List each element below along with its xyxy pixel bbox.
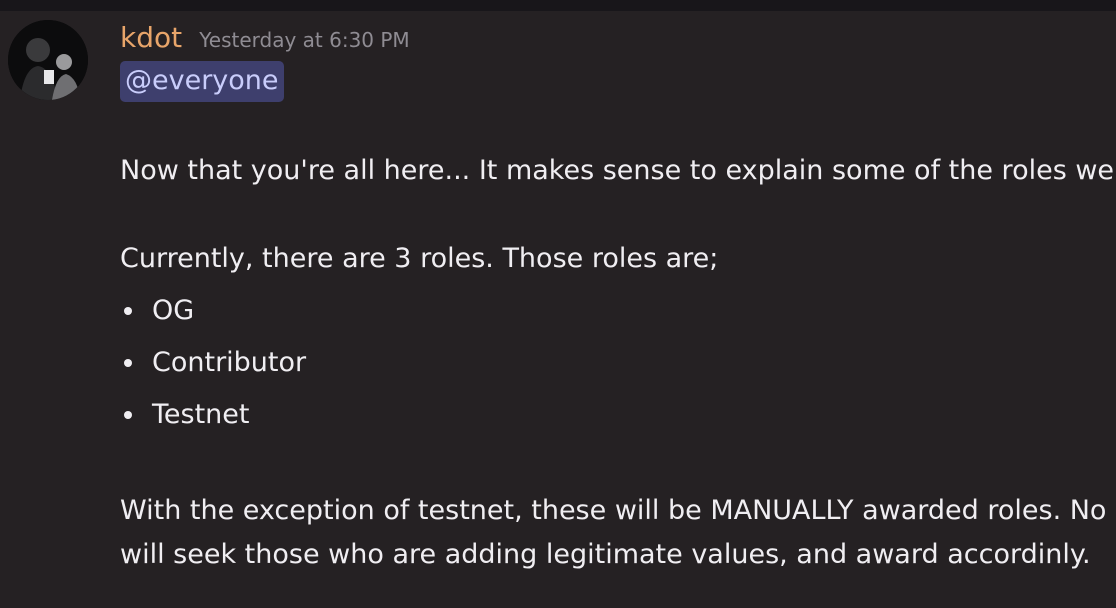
author-name[interactable]: kdot xyxy=(120,21,182,54)
role-item-testnet: Testnet xyxy=(120,393,306,445)
roles-intro: Currently, there are 3 roles. Those role… xyxy=(120,243,719,274)
everyone-mention[interactable]: @everyone xyxy=(120,61,284,102)
chat-message: kdot Yesterday at 6:30 PM @everyone Now … xyxy=(0,11,1116,608)
role-label: Contributor xyxy=(152,347,307,378)
role-item-contributor: Contributor xyxy=(120,341,306,393)
avatar-image xyxy=(8,20,88,100)
bullet-icon xyxy=(124,411,132,419)
exception-line-1: With the exception of testnet, these wil… xyxy=(120,495,1107,526)
bullet-icon xyxy=(124,307,132,315)
message-timestamp[interactable]: Yesterday at 6:30 PM xyxy=(199,28,410,52)
role-label: OG xyxy=(152,295,195,326)
message-header: kdot Yesterday at 6:30 PM xyxy=(120,21,410,54)
intro-paragraph: Now that you're all here... It makes sen… xyxy=(120,155,1116,186)
role-label: Testnet xyxy=(152,399,250,430)
exception-paragraph: With the exception of testnet, these wil… xyxy=(120,489,1116,577)
bullet-icon xyxy=(124,359,132,367)
exception-line-2: will seek those who are adding legitimat… xyxy=(120,539,1091,570)
role-list: OG Contributor Testnet xyxy=(120,289,306,445)
top-bar xyxy=(0,0,1116,11)
role-item-og: OG xyxy=(120,289,306,341)
user-avatar[interactable] xyxy=(8,20,88,100)
